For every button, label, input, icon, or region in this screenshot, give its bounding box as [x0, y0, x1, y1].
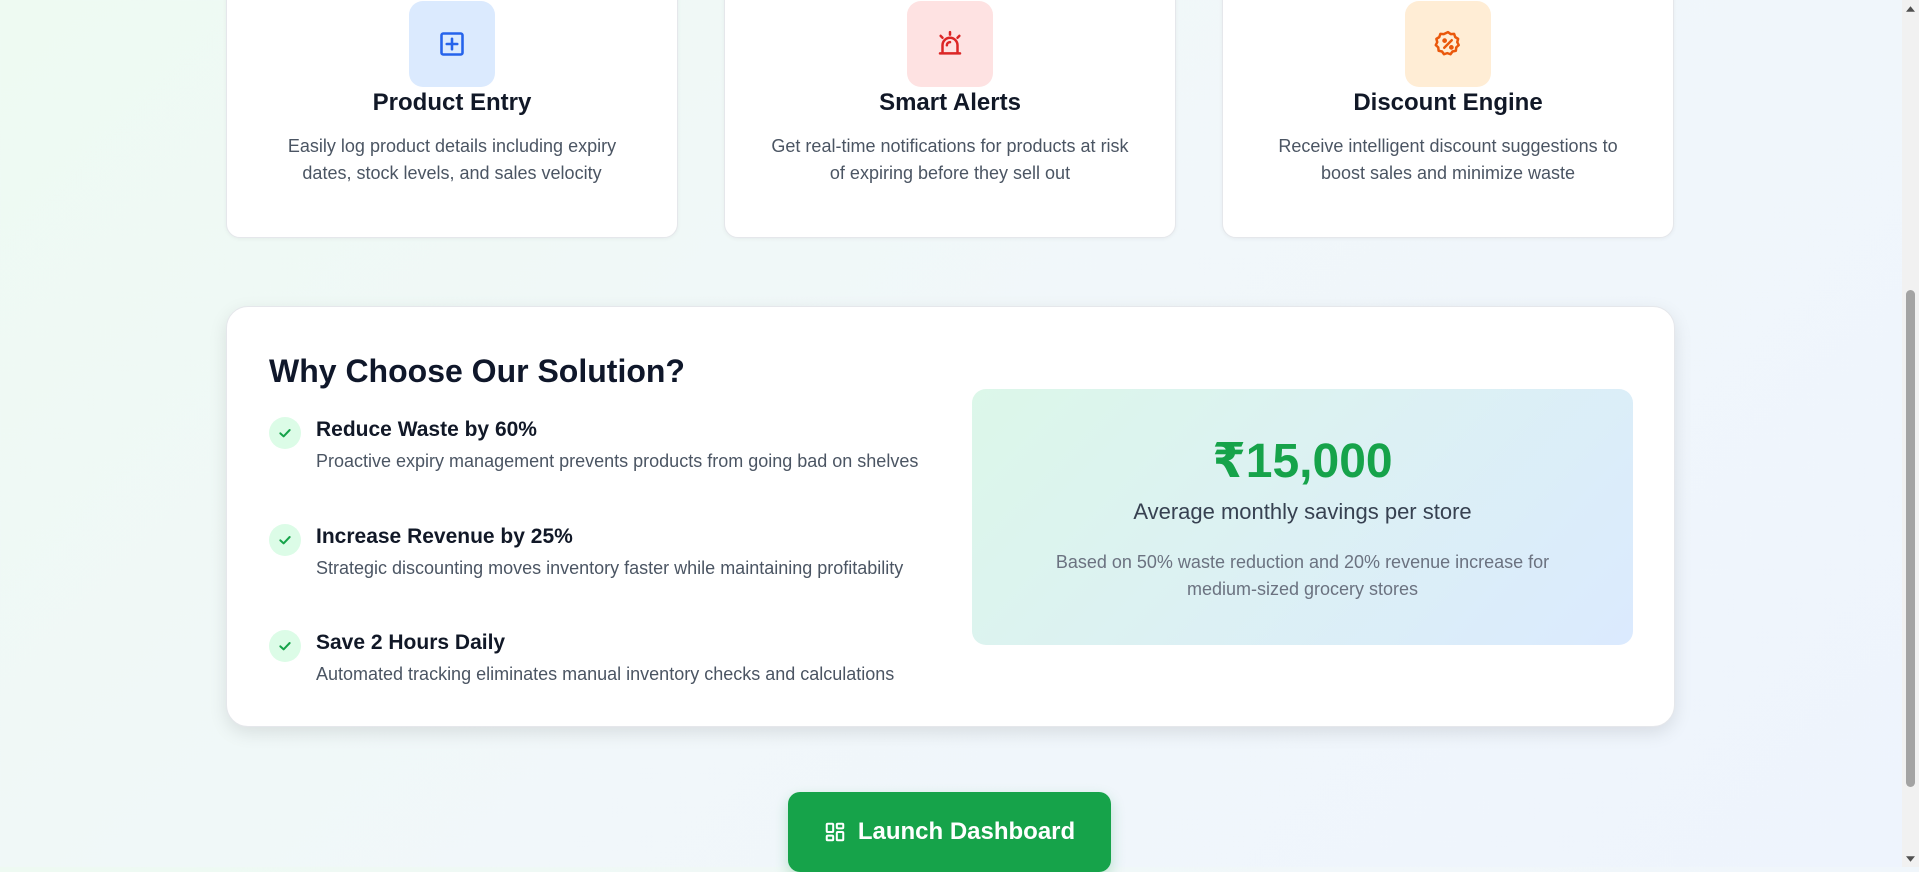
- check-icon: [269, 417, 301, 449]
- benefit-description: Strategic discounting moves inventory fa…: [316, 558, 904, 578]
- vertical-scrollbar[interactable]: [1902, 0, 1919, 867]
- check-icon: [269, 524, 301, 556]
- feature-title: Smart Alerts: [879, 89, 1021, 116]
- scroll-up-arrow-icon[interactable]: [1902, 0, 1919, 17]
- plus-square-icon: [409, 1, 495, 87]
- feature-card-product-entry: Product Entry Easily log product details…: [226, 0, 678, 238]
- feature-title: Product Entry: [372, 89, 532, 116]
- alarm-siren-icon: [907, 1, 993, 87]
- savings-amount: ₹15,000: [1212, 435, 1393, 488]
- feature-description: Easily log product details including exp…: [287, 136, 617, 183]
- feature-card-smart-alerts: Smart Alerts Get real-time notifications…: [724, 0, 1176, 238]
- section-title: Why Choose Our Solution?: [269, 353, 685, 389]
- benefit-title: Increase Revenue by 25%: [316, 525, 573, 548]
- savings-panel: ₹15,000 Average monthly savings per stor…: [972, 389, 1633, 645]
- dashboard-grid-icon: [824, 821, 846, 843]
- launch-dashboard-label: Launch Dashboard: [857, 818, 1076, 845]
- benefit-description: Automated tracking eliminates manual inv…: [316, 664, 895, 684]
- check-icon: [269, 630, 301, 662]
- scroll-down-arrow-icon[interactable]: [1902, 850, 1919, 867]
- launch-dashboard-button[interactable]: Launch Dashboard: [788, 792, 1111, 872]
- feature-description: Receive intelligent discount suggestions…: [1278, 136, 1618, 183]
- scroll-thumb[interactable]: [1906, 290, 1915, 787]
- why-choose-card: Why Choose Our Solution? Reduce Waste by…: [226, 306, 1675, 727]
- benefit-title: Save 2 Hours Daily: [316, 631, 506, 654]
- feature-card-discount-engine: Discount Engine Receive intelligent disc…: [1222, 0, 1674, 238]
- discount-badge-icon: [1405, 1, 1491, 87]
- benefit-description: Proactive expiry management prevents pro…: [316, 451, 919, 471]
- feature-title: Discount Engine: [1353, 89, 1543, 116]
- savings-note: Based on 50% waste reduction and 20% rev…: [1055, 552, 1550, 599]
- benefit-title: Reduce Waste by 60%: [316, 418, 537, 441]
- savings-label: Average monthly savings per store: [1133, 499, 1472, 524]
- feature-description: Get real-time notifications for products…: [771, 136, 1129, 183]
